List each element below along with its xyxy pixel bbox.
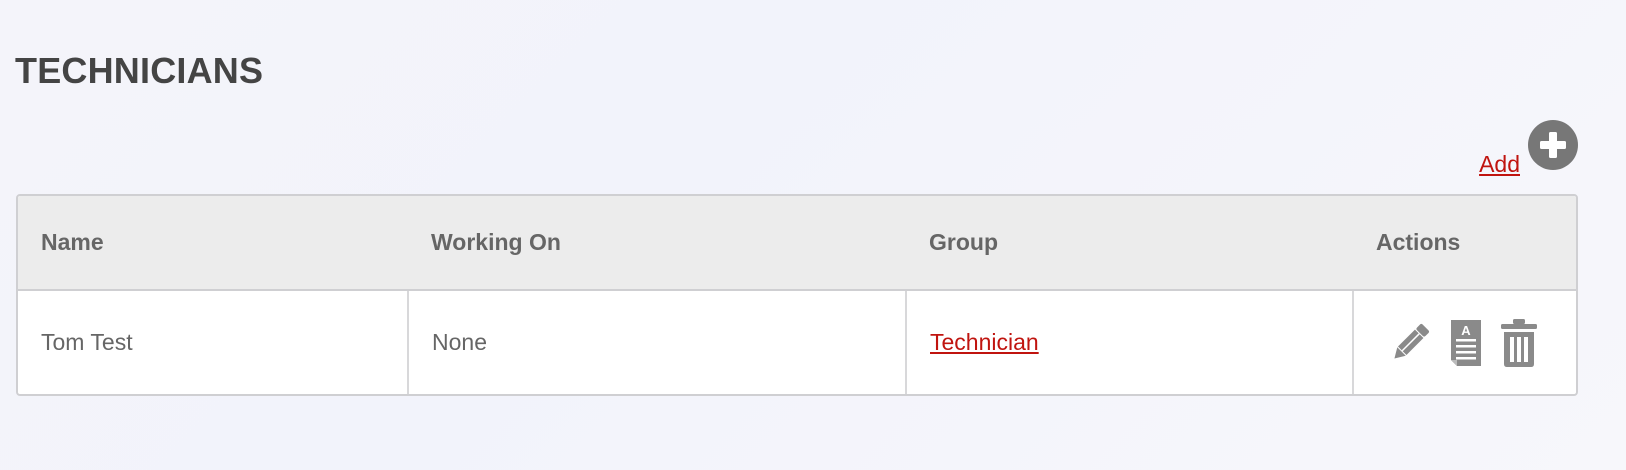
pencil-icon[interactable] (1387, 319, 1433, 367)
table-row: Tom Test None Technician A (18, 289, 1576, 394)
page-title: TECHNICIANS (15, 50, 264, 91)
cell-group: Technician (905, 289, 1353, 394)
column-header-actions: Actions (1376, 229, 1461, 255)
technicians-table: Name Working On Group Actions Tom Test N… (16, 194, 1578, 396)
cell-working-on: None (407, 289, 906, 394)
plus-circle-icon[interactable] (1528, 120, 1578, 170)
column-header-working-on[interactable]: Working On (408, 196, 906, 290)
cell-name: Tom Test (18, 289, 408, 394)
column-header-group[interactable]: Group (906, 196, 1353, 290)
trash-icon[interactable] (1499, 318, 1539, 368)
row-actions: A (1377, 318, 1576, 368)
group-link[interactable]: Technician (930, 329, 1039, 355)
cell-actions: A (1352, 289, 1576, 394)
add-link[interactable]: Add (1479, 151, 1520, 178)
svg-text:A: A (1461, 323, 1471, 338)
document-icon[interactable]: A (1447, 318, 1485, 368)
add-bar: Add (1479, 120, 1578, 178)
column-header-name[interactable]: Name (18, 196, 408, 290)
table-header-row: Name Working On Group Actions (18, 196, 1576, 290)
